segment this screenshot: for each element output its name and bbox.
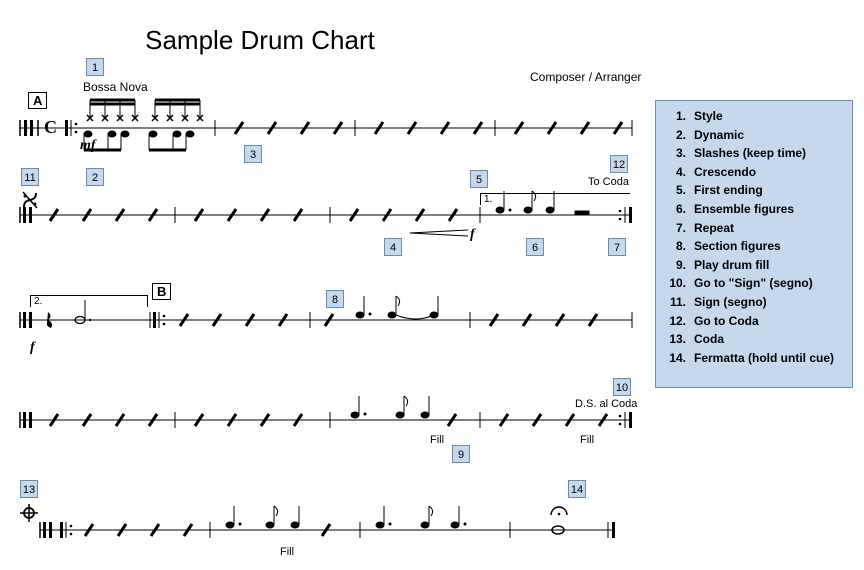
legend-item: 6.Ensemble figures (662, 200, 844, 219)
volta-2: 2. (30, 295, 148, 307)
callout-11: 11 (21, 168, 39, 186)
legend-item: 14.Fermatta (hold until cue) (662, 349, 844, 368)
fermata-icon (549, 503, 569, 517)
legend-item: 13.Coda (662, 330, 844, 349)
callout-13: 13 (20, 480, 38, 498)
ds-al-coda-text: D.S. al Coda (575, 398, 637, 410)
svg-text:C: C (44, 117, 57, 137)
legend-item: 12.Go to Coda (662, 312, 844, 331)
callout-5: 5 (470, 170, 488, 188)
style-text: Bossa Nova (83, 80, 148, 94)
callout-10: 10 (613, 378, 631, 396)
legend-item: 10.Go to "Sign" (segno) (662, 274, 844, 293)
to-coda-text: To Coda (588, 176, 629, 188)
credit-text: Composer / Arranger (530, 70, 641, 84)
volta-1: 1. (480, 193, 630, 205)
legend-item: 9.Play drum fill (662, 256, 844, 275)
legend-item: 7.Repeat (662, 219, 844, 238)
callout-2: 2 (86, 168, 104, 186)
coda-icon (20, 504, 38, 522)
legend-item: 3.Slashes (keep time) (662, 144, 844, 163)
legend-item: 4.Crescendo (662, 163, 844, 182)
legend-item: 1.Style (662, 107, 844, 126)
callout-14: 14 (568, 480, 586, 498)
chart-title: Sample Drum Chart (0, 25, 520, 56)
legend-box: 1.Style2.Dynamic3.Slashes (keep time)4.C… (655, 100, 853, 388)
rehearsal-b: B (152, 283, 171, 300)
legend-item: 5.First ending (662, 181, 844, 200)
callout-8: 8 (326, 290, 344, 308)
legend-item: 11.Sign (segno) (662, 293, 844, 312)
legend-item: 8.Section figures (662, 237, 844, 256)
legend-item: 2.Dynamic (662, 126, 844, 145)
callout-1: 1 (86, 58, 104, 76)
rehearsal-a: A (28, 92, 47, 109)
